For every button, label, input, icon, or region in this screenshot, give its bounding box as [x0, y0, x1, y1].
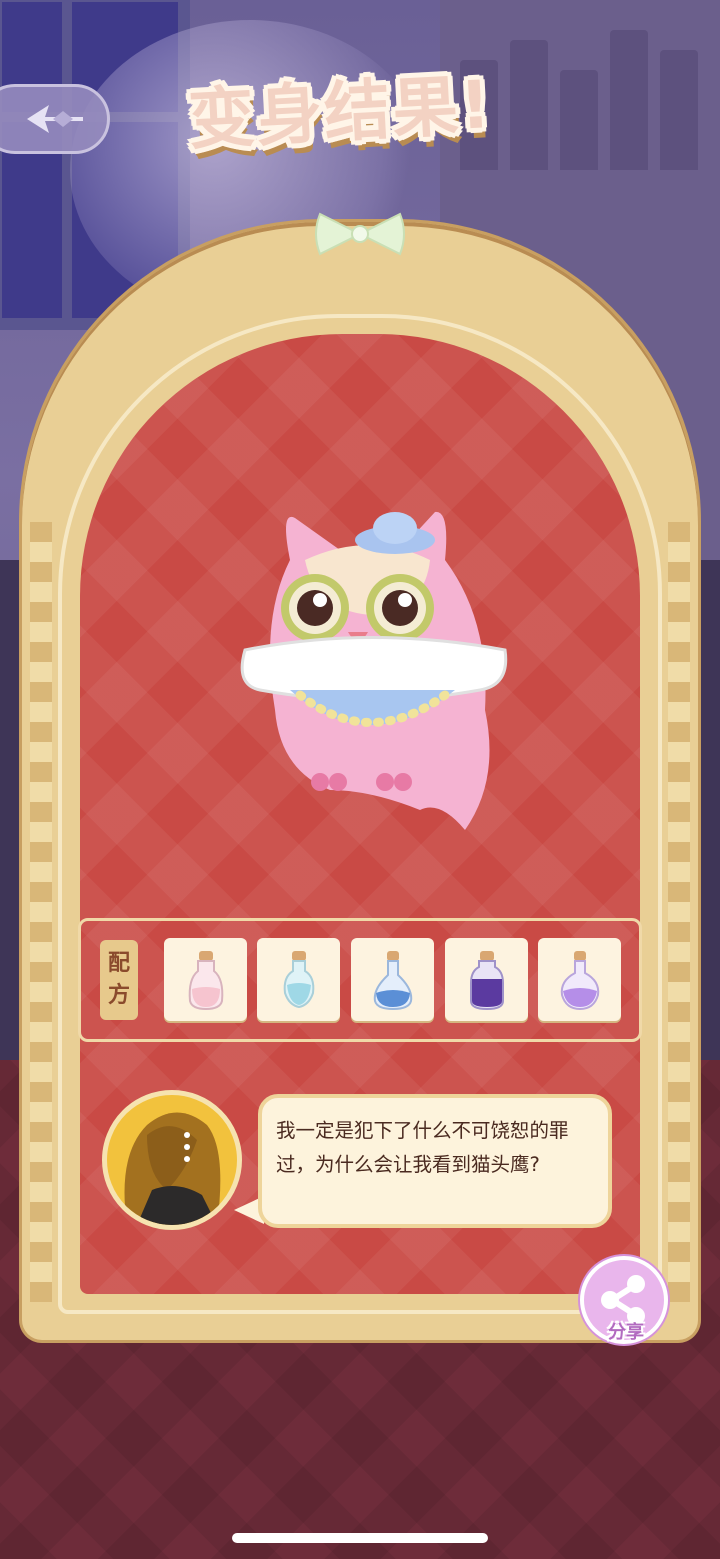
recipe-label: 配 方: [100, 940, 138, 1020]
recipe-label-line1: 配: [107, 951, 130, 976]
frame-right-trim: [668, 522, 690, 1302]
recipe-slot-1[interactable]: [164, 938, 247, 1021]
recipe-slot-4[interactable]: [445, 938, 528, 1021]
lavender-potion-icon: [560, 950, 599, 1010]
owl-character-icon: [240, 511, 508, 830]
recipe-slot-5[interactable]: [538, 938, 621, 1021]
share-label[interactable]: 分享: [596, 1318, 656, 1344]
home-indicator[interactable]: [232, 1533, 488, 1543]
speech-bubble: 我一定是犯下了什么不可饶恕的罪 过，为什么会让我看到猫头鹰?: [258, 1094, 612, 1228]
blue-potion-icon: [373, 950, 412, 1010]
result-title: 变身结果!: [186, 66, 495, 159]
dialogue-line-2: 过，为什么会让我看到猫头鹰?: [276, 1153, 540, 1176]
teal-potion-icon: [283, 950, 314, 1008]
dialogue-line-1: 我一定是犯下了什么不可饶恕的罪: [276, 1119, 569, 1142]
pink-potion-icon: [188, 950, 223, 1010]
character-avatar: [102, 1090, 242, 1230]
bow-icon: [315, 212, 405, 256]
back-button[interactable]: [0, 84, 110, 154]
purple-potion-icon: [469, 950, 504, 1010]
back-arrow-icon: [27, 105, 83, 133]
recipe-slot-2[interactable]: [257, 938, 340, 1021]
frame-left-trim: [30, 522, 52, 1302]
character-portrait-icon: [124, 1112, 221, 1225]
recipe-label-line2: 方: [107, 983, 130, 1008]
recipe-slot-3[interactable]: [351, 938, 434, 1021]
